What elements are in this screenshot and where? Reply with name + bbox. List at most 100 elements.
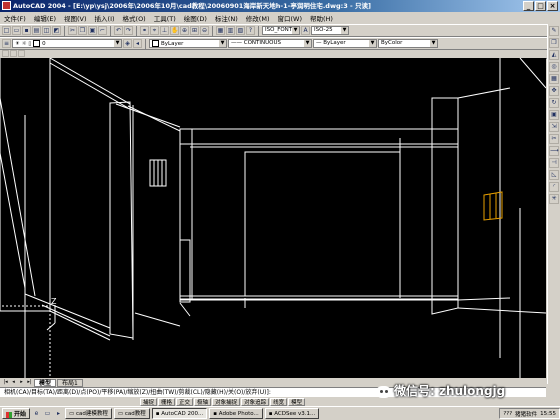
ucs-previous-icon[interactable] — [10, 50, 17, 57]
explode-icon[interactable]: ✳ — [549, 194, 559, 204]
media-quicklaunch-icon[interactable]: ▸ — [54, 409, 63, 418]
ucs-object-icon[interactable] — [18, 50, 25, 57]
tab-last-icon[interactable]: ▸| — [26, 379, 33, 386]
redo-icon[interactable]: ↷ — [124, 26, 133, 35]
standard-toolbar: □ ▭ ▪ ▤ ◫ ◩ ✂ ❐ ▣ ⌐ ↶ ↷ ⚭ ⌖ ⊥ ✋ ⊕ ⊞ ⊖ ▦ … — [0, 24, 548, 37]
maximize-button[interactable]: □ — [535, 1, 546, 11]
chevron-down-icon: ▼ — [292, 27, 299, 34]
title-bar: AutoCAD 2004 - [E:\yp\ysj\2006年\2006年10月… — [0, 0, 560, 12]
menu-file[interactable]: 文件(F) — [0, 13, 30, 23]
ortho-toggle[interactable]: 正交 — [176, 397, 194, 406]
ime-indicator[interactable]: ??? — [503, 411, 512, 417]
open-file-icon[interactable]: ▭ — [12, 26, 21, 35]
break-icon[interactable]: ⊣ — [549, 158, 559, 168]
text-style-select[interactable]: ISO_FONT ▼ — [262, 26, 300, 35]
autocad-app-icon[interactable] — [2, 1, 11, 10]
hyperlink-icon[interactable]: ⚭ — [140, 26, 149, 35]
color-select[interactable]: ByLayer ▼ — [149, 39, 227, 48]
ie-quicklaunch-icon[interactable]: e — [32, 409, 41, 418]
task-cad-modeling[interactable]: ▭ cad建模教程 — [65, 408, 112, 419]
pan-icon[interactable]: ✋ — [170, 26, 179, 35]
save-icon[interactable]: ▪ — [22, 26, 31, 35]
menu-help[interactable]: 帮助(H) — [306, 13, 337, 23]
folder-icon: ▭ — [69, 411, 75, 417]
trim-icon[interactable]: ✂ — [549, 134, 559, 144]
left-floor-line-4 — [134, 312, 181, 327]
tab-layout1[interactable]: 布局1 — [57, 378, 83, 387]
tab-prev-icon[interactable]: ◂ — [10, 379, 17, 386]
minimize-button[interactable]: _ — [523, 1, 534, 11]
drawing-area[interactable]: Z — [0, 58, 546, 378]
menu-tools[interactable]: 工具(T) — [150, 13, 180, 23]
make-current-layer-icon[interactable]: ◈ — [123, 39, 132, 48]
menu-edit[interactable]: 编辑(E) — [30, 13, 60, 23]
grid-toggle[interactable]: 栅格 — [158, 397, 176, 406]
snap-toggle[interactable]: 捕捉 — [140, 397, 158, 406]
erase-icon[interactable]: ✎ — [549, 26, 559, 36]
tab-first-icon[interactable]: |◂ — [2, 379, 9, 386]
desktop-quicklaunch-icon[interactable]: ▭ — [43, 409, 52, 418]
right-wall-window-selected[interactable] — [483, 191, 503, 221]
array-icon[interactable]: ▦ — [549, 74, 559, 84]
menu-draw[interactable]: 绘图(D) — [180, 13, 211, 23]
osnap-toggle[interactable]: 对象捕捉 — [212, 397, 241, 406]
design-center-icon[interactable]: ▥ — [226, 26, 235, 35]
lineweight-select[interactable]: — ByLayer ▼ — [313, 39, 377, 48]
layer-select[interactable]: ☀ ☼ ▯ 0 ▼ — [12, 39, 122, 48]
fillet-icon[interactable]: ◜ — [549, 182, 559, 192]
lineweight-toggle[interactable]: 线宽 — [270, 397, 288, 406]
linetype-select[interactable]: —— CONTINUOUS ▼ — [228, 39, 312, 48]
offset-icon[interactable]: ◎ — [549, 62, 559, 72]
task-photoshop[interactable]: ▪ Adobe Photo... — [209, 408, 263, 419]
menu-modify[interactable]: 修改(M) — [242, 13, 274, 23]
layer-manager-icon[interactable]: ≡ — [2, 39, 11, 48]
mirror-icon[interactable]: ◭ — [549, 50, 559, 60]
menu-dimension[interactable]: 标注(N) — [211, 13, 242, 23]
menu-window[interactable]: 窗口(W) — [273, 13, 306, 23]
zoom-realtime-icon[interactable]: ⊕ — [180, 26, 189, 35]
properties-icon[interactable]: ▦ — [216, 26, 225, 35]
copy-icon[interactable]: ❐ — [78, 26, 87, 35]
help-icon[interactable]: ? — [246, 26, 255, 35]
tab-next-icon[interactable]: ▸ — [18, 379, 25, 386]
otrack-toggle[interactable]: 对象追踪 — [241, 397, 270, 406]
menu-view[interactable]: 视图(V) — [60, 13, 91, 23]
menu-insert[interactable]: 插入(I) — [91, 13, 119, 23]
close-button[interactable]: × — [547, 1, 558, 11]
model-toggle[interactable]: 模型 — [288, 397, 306, 406]
publish-icon[interactable]: ◩ — [52, 26, 61, 35]
ucs-world-icon[interactable] — [2, 50, 9, 57]
stretch-icon[interactable]: ⇲ — [549, 122, 559, 132]
tool-palettes-icon[interactable]: ▧ — [236, 26, 245, 35]
print-preview-icon[interactable]: ◫ — [42, 26, 51, 35]
dim-style-select[interactable]: ISO-25 ▼ — [311, 26, 349, 35]
task-acdsee[interactable]: ▪ ACDSee v3.1... — [264, 408, 320, 419]
task-autocad[interactable]: ▪ AutoCAD 200... — [151, 408, 208, 419]
paste-icon[interactable]: ▣ — [88, 26, 97, 35]
undo-icon[interactable]: ↶ — [114, 26, 123, 35]
right-floor-line-2 — [457, 297, 511, 301]
cut-icon[interactable]: ✂ — [68, 26, 77, 35]
task-cad-tutorial[interactable]: ▭ cad教程 — [113, 408, 150, 419]
layer-previous-icon[interactable]: ◂ — [133, 39, 142, 48]
chamfer-icon[interactable]: ◺ — [549, 170, 559, 180]
match-properties-icon[interactable]: ⌐ — [98, 26, 107, 35]
tracking-icon[interactable]: ⌖ — [150, 26, 159, 35]
zoom-previous-icon[interactable]: ⊖ — [200, 26, 209, 35]
polar-toggle[interactable]: 极轴 — [194, 397, 212, 406]
copy-object-icon[interactable]: ❐ — [549, 38, 559, 48]
new-file-icon[interactable]: □ — [2, 26, 11, 35]
tab-model[interactable]: 模型 — [34, 378, 57, 387]
ucs-icon[interactable]: ⊥ — [160, 26, 169, 35]
tray-app-label[interactable]: 猪猪软件 — [515, 410, 537, 418]
text-style-manager-icon[interactable]: A — [301, 26, 310, 35]
scale-icon[interactable]: ▣ — [549, 110, 559, 120]
plotstyle-select[interactable]: ByColor ▼ — [378, 39, 438, 48]
extend-icon[interactable]: ⟶ — [549, 146, 559, 156]
start-button[interactable]: 开始 — [2, 408, 31, 419]
zoom-window-icon[interactable]: ⊞ — [190, 26, 199, 35]
rotate-icon[interactable]: ↻ — [549, 98, 559, 108]
move-icon[interactable]: ✥ — [549, 86, 559, 96]
menu-format[interactable]: 格式(O) — [119, 13, 150, 23]
print-icon[interactable]: ▤ — [32, 26, 41, 35]
